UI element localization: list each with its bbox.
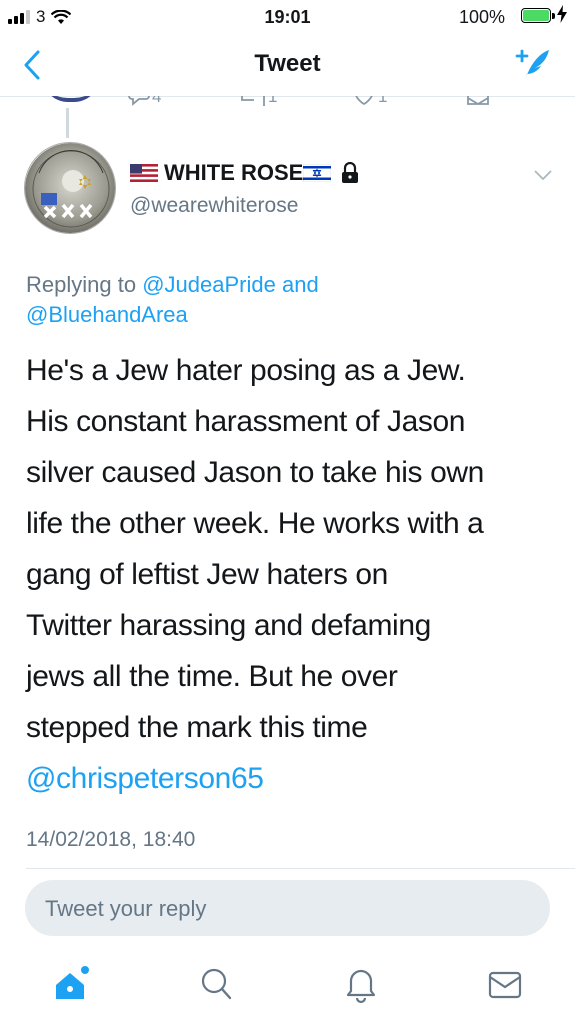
notifications-icon — [346, 969, 376, 1004]
compose-tweet-icon — [515, 49, 549, 80]
tweet-text: He's a Jew hater posing as a Jew. His co… — [26, 345, 561, 804]
chevron-down-icon — [534, 170, 552, 181]
home-icon — [56, 966, 89, 999]
reply-input[interactable]: Tweet your reply — [25, 880, 550, 936]
tweet-line: gang of leftist Jew haters on — [26, 558, 388, 591]
user-handle[interactable]: @wearewhiterose — [130, 194, 298, 218]
tab-messages[interactable] — [487, 965, 523, 1010]
reply-action[interactable]: 4 — [128, 96, 161, 108]
tweet-line: Twitter harassing and defaming — [26, 609, 431, 642]
replying-label: Replying to — [26, 272, 137, 297]
tweet-line: His constant harassment of Jason — [26, 405, 466, 438]
tweet-line: stepped the mark this time — [26, 711, 368, 744]
battery-icon — [521, 8, 555, 23]
previous-tweet-actions: 4 1 1 — [0, 96, 575, 118]
reply-mention-bluehandarea[interactable]: @BluehandArea — [26, 302, 188, 327]
reply-mention-judeapride[interactable]: @JudeaPride — [142, 272, 276, 297]
mail-icon — [467, 96, 489, 106]
tab-home[interactable] — [52, 965, 92, 1010]
tweet-mention-chrispeterson65[interactable]: @chrispeterson65 — [26, 753, 561, 804]
tweet-line: jews all the time. But he over — [26, 660, 398, 693]
reply-placeholder: Tweet your reply — [45, 896, 207, 921]
navigation-bar: Tweet — [0, 34, 575, 97]
previous-avatar — [42, 96, 100, 102]
heart-icon — [355, 96, 373, 106]
israel-flag-icon — [303, 164, 332, 182]
retweet-count: 1 — [268, 96, 278, 106]
display-name-row[interactable]: WHITE ROSE — [130, 160, 359, 186]
compose-button[interactable] — [513, 44, 553, 89]
search-icon — [201, 968, 232, 1000]
tweet-timestamp: 14/02/2018, 18:40 — [26, 828, 196, 851]
like-action[interactable]: 1 — [352, 96, 387, 108]
reply-count: 4 — [152, 96, 162, 106]
retweet-icon — [241, 96, 265, 106]
like-count: 1 — [378, 96, 388, 106]
status-bar: 3 19:01 100% — [0, 0, 575, 34]
lock-icon — [342, 162, 359, 183]
tab-notifications[interactable] — [343, 965, 379, 1010]
page-title: Tweet — [254, 50, 321, 77]
tweet-line: He's a Jew hater posing as a Jew. — [26, 354, 466, 387]
tweet-menu-button[interactable] — [533, 168, 553, 187]
charging-icon — [557, 5, 567, 28]
reply-and[interactable]: and — [282, 272, 319, 297]
divider — [26, 868, 575, 869]
tab-bar — [0, 955, 575, 1024]
display-name: WHITE ROSE — [164, 160, 304, 185]
thread-connector — [66, 108, 69, 138]
replying-to: Replying to @JudeaPride and @BluehandAre… — [26, 270, 556, 330]
messages-icon — [488, 971, 522, 999]
avatar[interactable] — [24, 142, 116, 234]
dm-action[interactable] — [466, 96, 490, 113]
battery-percent: 100% — [458, 7, 505, 27]
white-rose-logo-icon — [25, 143, 115, 233]
us-flag-icon — [130, 164, 158, 182]
tweet-line: silver caused Jason to take his own — [26, 456, 484, 489]
tab-search[interactable] — [198, 965, 234, 1010]
reply-icon — [128, 96, 150, 106]
tweet-line: life the other week. He works with a — [26, 507, 484, 540]
retweet-action[interactable]: 1 — [240, 96, 277, 108]
